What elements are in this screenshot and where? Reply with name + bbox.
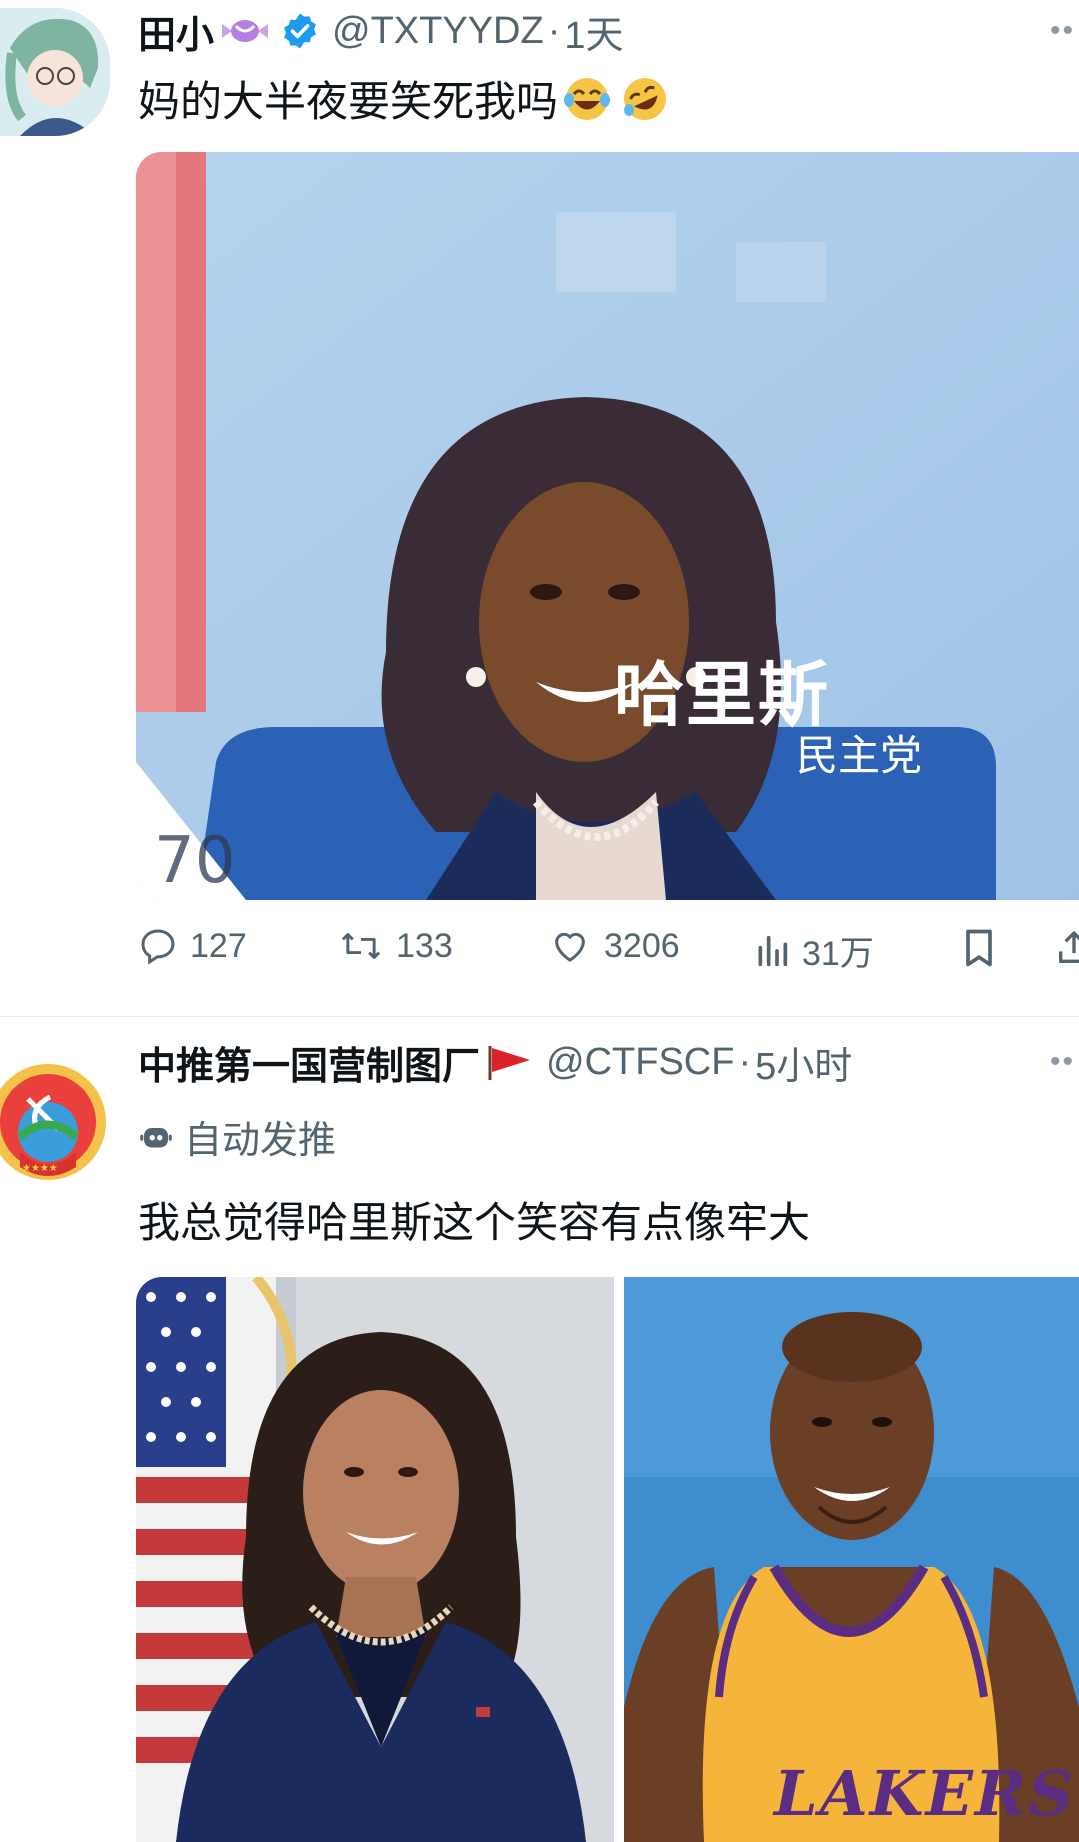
- tweet-media-image-1[interactable]: [136, 1277, 614, 1842]
- tweet-text: 妈的大半夜要笑死我吗: [138, 78, 559, 125]
- tweet-media-image-2[interactable]: LAKERS: [624, 1277, 1079, 1842]
- author-name[interactable]: 田小: [138, 4, 214, 59]
- share-button[interactable]: [1054, 926, 1079, 970]
- author-handle[interactable]: @CTFSCF: [546, 1041, 734, 1084]
- media-caption-party: 民主党: [796, 731, 923, 780]
- bot-label: 自动发推: [184, 1120, 337, 1162]
- views-button[interactable]: 31万: [754, 926, 874, 975]
- tweet-media-image[interactable]: 70 哈里斯 民主党: [136, 152, 1079, 900]
- more-icon[interactable]: ••: [1050, 1045, 1075, 1079]
- red-flag-icon: [486, 1042, 534, 1082]
- verified-badge-icon: [280, 11, 320, 51]
- tweet-actions: 127 133 3206 31万: [138, 926, 1079, 976]
- tears-of-joy-emoji: [562, 74, 612, 124]
- jersey-text: LAKERS: [774, 1757, 1076, 1830]
- heart-icon: [555, 932, 585, 962]
- views-icon: [758, 935, 788, 966]
- bookmark-icon: [966, 929, 992, 967]
- share-icon: [1059, 931, 1079, 963]
- reply-icon: [141, 929, 175, 965]
- views-count: 31万: [802, 935, 874, 973]
- candy-emoji: [222, 16, 269, 46]
- avatar-tweet-1[interactable]: [0, 8, 110, 136]
- time-separator: ·: [738, 1040, 752, 1083]
- tweet-2[interactable]: ★★★★ 中推第一国营制图厂 @CTFSCF · 5小时 •• 自动发推 我总觉…: [0, 1017, 1079, 1842]
- avatar-tweet-2[interactable]: ★★★★: [0, 1057, 110, 1187]
- retweet-button[interactable]: 133: [338, 926, 453, 966]
- like-count: 3206: [604, 926, 680, 965]
- like-button[interactable]: 3206: [548, 926, 680, 966]
- timestamp[interactable]: 5小时: [755, 1035, 852, 1090]
- rolling-on-floor-laughing-emoji: [620, 74, 670, 124]
- bot-icon: [138, 1119, 174, 1155]
- reply-button[interactable]: 127: [138, 926, 247, 966]
- author-handle[interactable]: @TXTYYDZ: [332, 10, 544, 53]
- tweet-1[interactable]: 田小 @TXTYYDZ · 1天 •• 妈的大半夜要笑死我吗 70 哈里斯 民主…: [0, 0, 1079, 1010]
- time-separator: ·: [547, 9, 561, 52]
- tweet-text: 我总觉得哈里斯这个笑容有点像牢大: [138, 1199, 811, 1246]
- reply-count: 127: [190, 926, 247, 965]
- retweet-icon: [341, 933, 381, 959]
- svg-text:★★★★: ★★★★: [22, 1163, 58, 1174]
- media-corner-text: 70: [154, 824, 235, 898]
- timestamp[interactable]: 1天: [564, 4, 623, 59]
- bookmark-button[interactable]: [960, 926, 1010, 970]
- author-name[interactable]: 中推第一国营制图厂: [138, 1035, 480, 1090]
- more-icon[interactable]: ••: [1050, 14, 1075, 48]
- retweet-count: 133: [396, 926, 453, 965]
